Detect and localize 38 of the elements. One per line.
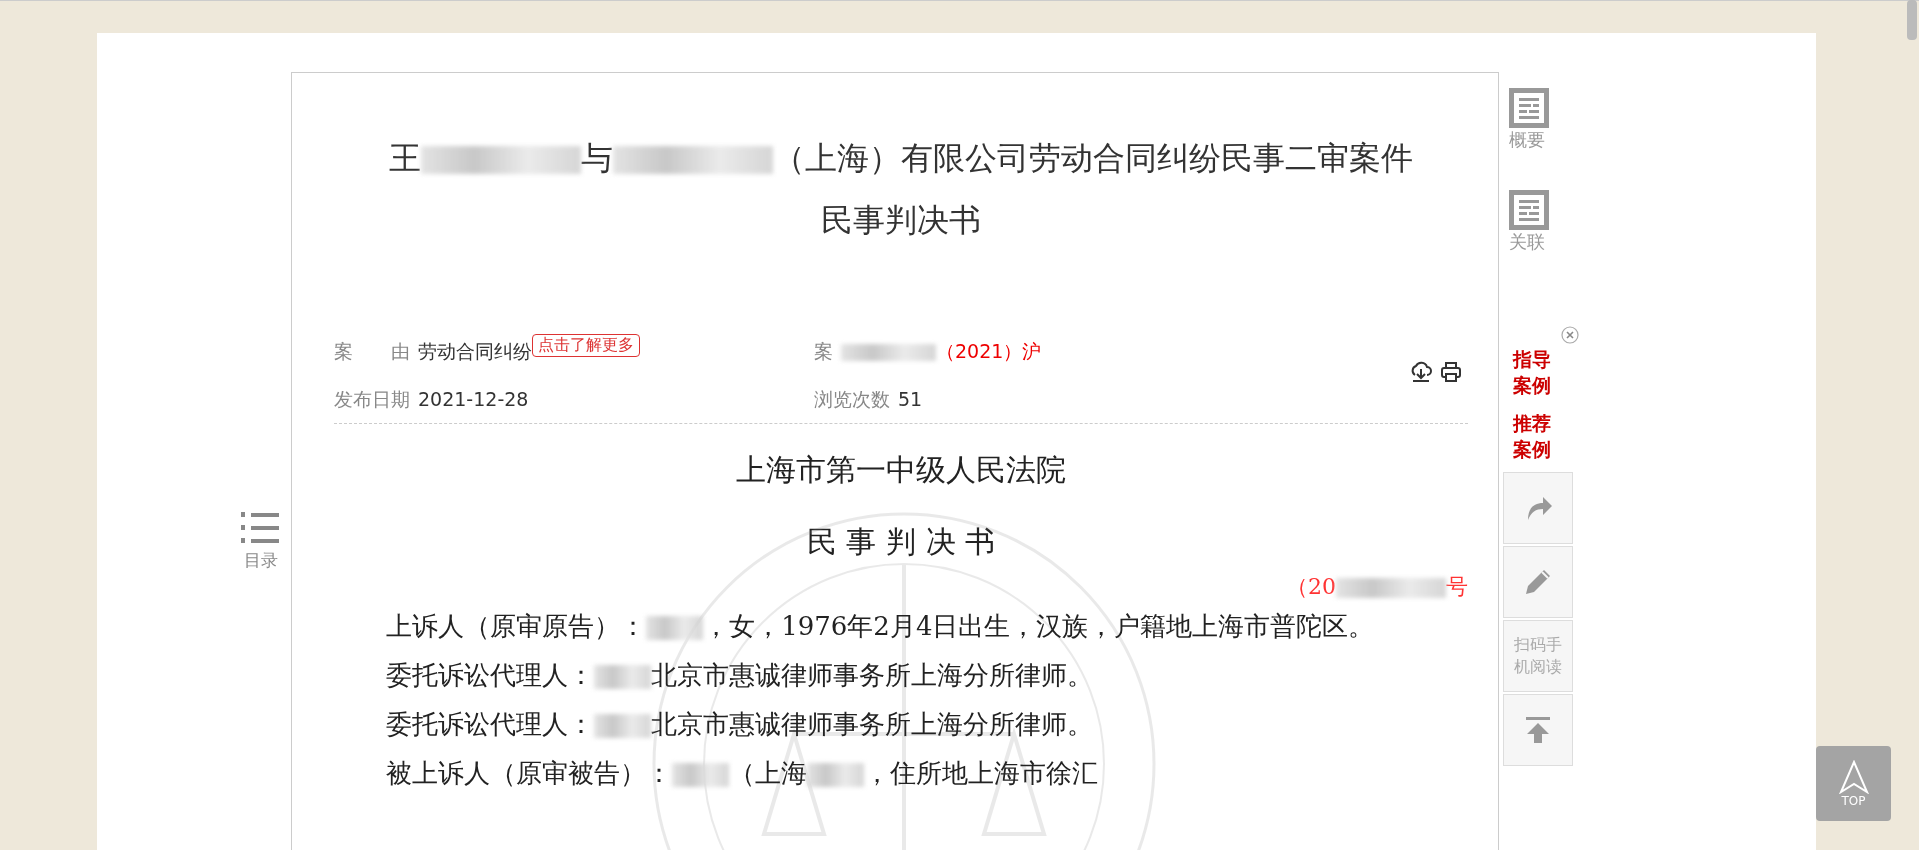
paragraph: 委托诉讼代理人： 北京市惠诚律师事务所上海分所律师。 [385,708,1095,741]
document-subtitle: 民事判决书 [820,200,982,241]
case-number: 号 [1446,574,1468,599]
paragraph: 被上诉人（原审被告）： （上海 ，住所地上海市徐汇 [385,757,1100,790]
scan-to-read-button[interactable]: 扫码手机阅读 [1503,620,1573,692]
field-label: 案 [814,340,833,362]
download-icon[interactable] [1410,361,1432,383]
document-title: 王 [389,139,421,177]
print-icon[interactable] [1440,361,1462,383]
back-to-top-button[interactable] [1503,694,1573,766]
scrollbar-thumb[interactable] [1907,0,1917,40]
sidebar-link[interactable]: 关联 [1509,230,1545,254]
case-number: （20 [1286,574,1336,599]
document-icon[interactable] [1509,88,1549,128]
document-title: 与 [581,139,613,177]
featured-cases-link[interactable]: 推荐案例 [1513,410,1551,462]
field-value: 51 [898,388,923,410]
case-number-value: （2021）沪 [936,340,1042,362]
field-value: 劳动合同纠纷 [418,340,532,362]
paragraph: 委托诉讼代理人： 北京市惠诚律师事务所上海分所律师。 [385,659,1095,692]
document-title: （上海）有限公司劳动合同纠纷民事二审案件 [773,139,1413,177]
field-label: 案 由 [334,340,410,362]
close-icon[interactable] [1561,326,1579,344]
arrow-outline-icon [1838,759,1869,794]
share-button[interactable] [1503,472,1573,544]
document-icon[interactable] [1509,190,1549,230]
document-type: 民 事 判 决 书 [805,523,997,561]
field-value: 2021-12-28 [418,388,529,410]
back-to-top-button[interactable]: TOP [1816,746,1891,821]
toc-label[interactable]: 目录 [244,549,278,572]
court-name: 上海市第一中级人民法院 [735,451,1067,489]
learn-more-link[interactable]: 点击了解更多 [532,334,640,357]
edit-button[interactable] [1503,546,1573,618]
field-label: 浏览次数 [814,388,890,410]
field-label: 发布日期 [334,388,410,410]
paragraph: 上诉人（原审原告）： ，女，1976年2月4日出生，汉族，户籍地上海市普陀区。 [385,610,1376,643]
featured-cases-link[interactable]: 指导案例 [1513,346,1551,398]
sidebar-link[interactable]: 概要 [1509,128,1545,152]
